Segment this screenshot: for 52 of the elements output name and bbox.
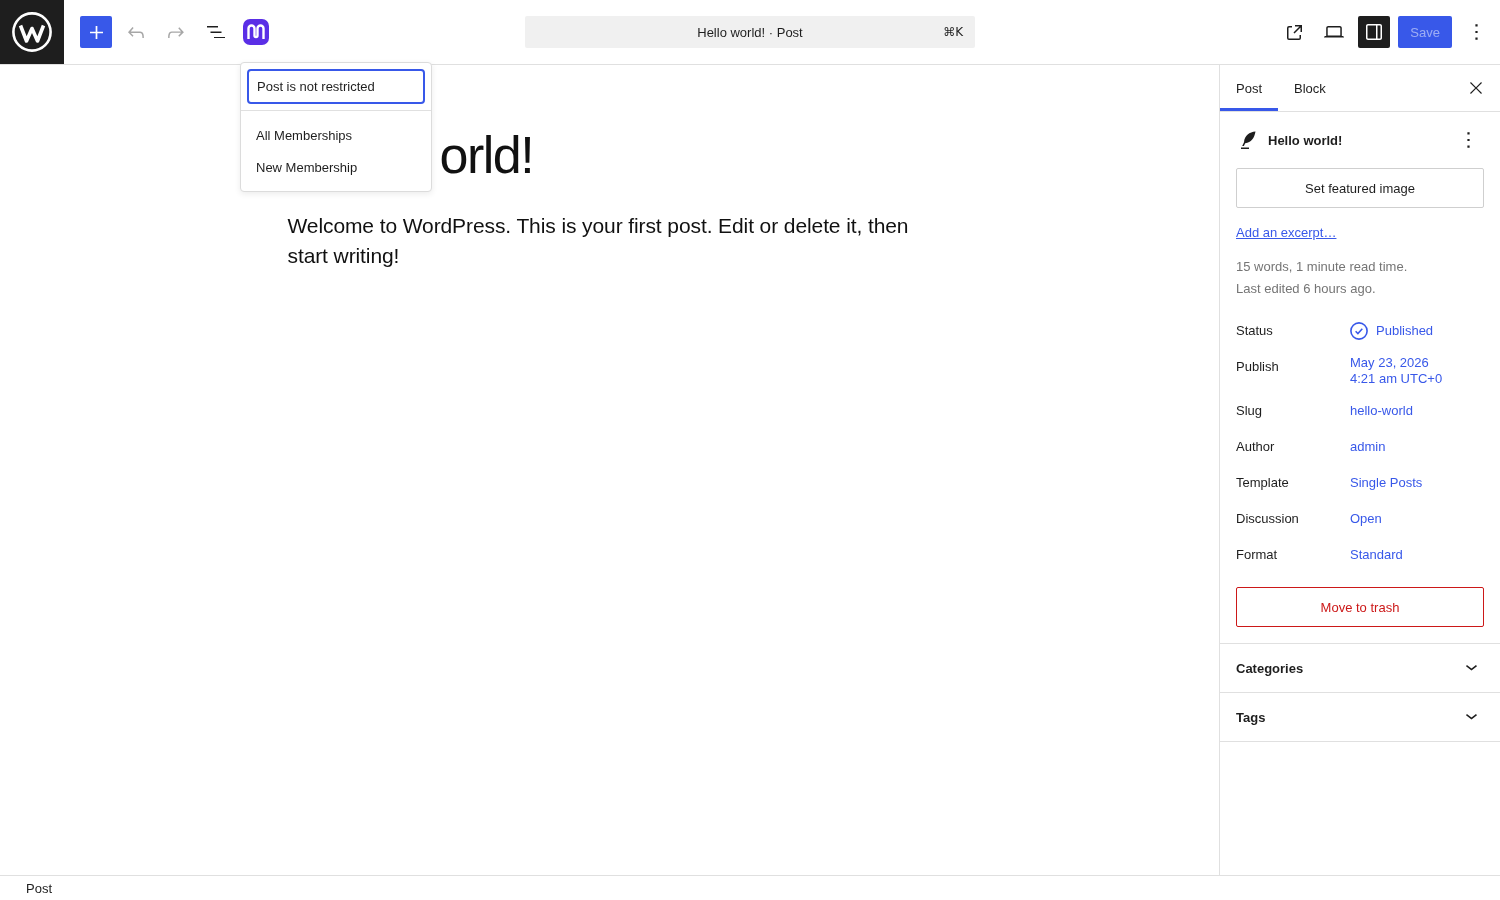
setting-value-button[interactable]: hello-world [1350,403,1413,419]
laptop-icon [1324,26,1345,38]
undo-icon [128,26,144,38]
setting-value-button[interactable]: Standard [1350,547,1403,563]
close-icon [1470,82,1482,94]
breadcrumb-button[interactable]: Post [22,876,56,900]
excerpt-link[interactable]: Add an excerpt… [1236,225,1337,240]
site-logo-icon [12,12,52,52]
command-palette-button[interactable]: Hello world! · Post ⌘K [525,16,975,48]
setting-value-button[interactable]: Published [1350,322,1434,340]
menu-item[interactable]: New Membership [241,151,431,183]
chevron-down-icon [1466,714,1477,720]
membership-button[interactable] [240,16,272,48]
restriction-status-button[interactable]: Post is not restricted [247,69,425,104]
site-logo-button[interactable] [0,0,64,64]
shortcut-hint: ⌘K [943,25,963,39]
setting-label: Format [1236,546,1278,564]
add-block-button[interactable] [80,16,112,48]
settings-button[interactable] [1358,16,1391,48]
sidebar-tab[interactable]: Post [1220,65,1278,111]
setting-label: Slug [1236,402,1263,420]
setting-label: Publish [1236,358,1279,376]
setting-label: Status [1236,322,1273,340]
sidebar-tab[interactable]: Block [1278,65,1342,111]
external-link-icon [1286,24,1302,40]
post-title: Hello world! [1268,132,1343,148]
setting-label: Author [1236,438,1275,456]
setting-label: Discussion [1236,510,1299,528]
check-circle-icon [1350,322,1368,340]
featured-image-button[interactable]: Set featured image [1236,168,1484,208]
wave-logo-icon [243,19,269,45]
setting-value-button[interactable]: May 23, 2026 4:21 am UTC+0 [1350,355,1450,387]
panel-toggle[interactable]: Categories [1220,644,1500,693]
menu-item[interactable]: All Memberships [241,119,431,151]
chevron-down-icon [1466,665,1477,671]
setting-value-button[interactable]: Single Posts [1350,475,1423,491]
panel-toggle[interactable]: Tags [1220,693,1500,742]
setting-label: Template [1236,474,1289,492]
post-title-heading[interactable]: orld! [439,120,534,190]
trash-button[interactable]: Move to trash [1236,587,1484,627]
info-text: 15 words, 1 minute read time. [1236,258,1408,276]
dots-vertical-icon [1466,132,1470,148]
redo-icon [168,26,184,38]
paragraph-text[interactable]: Welcome to WordPress. This is your first post. Edit or delete it, then start writing! [287,211,932,271]
feather-icon [1240,131,1256,149]
list-view-icon [207,25,225,39]
setting-value-button[interactable]: Open [1350,511,1382,527]
plus-icon [89,25,103,39]
setting-value-button[interactable]: admin [1350,439,1386,455]
dots-vertical-icon [1474,24,1478,40]
info-text: Last edited 6 hours ago. [1236,280,1376,298]
sidebar-icon [1366,24,1383,40]
